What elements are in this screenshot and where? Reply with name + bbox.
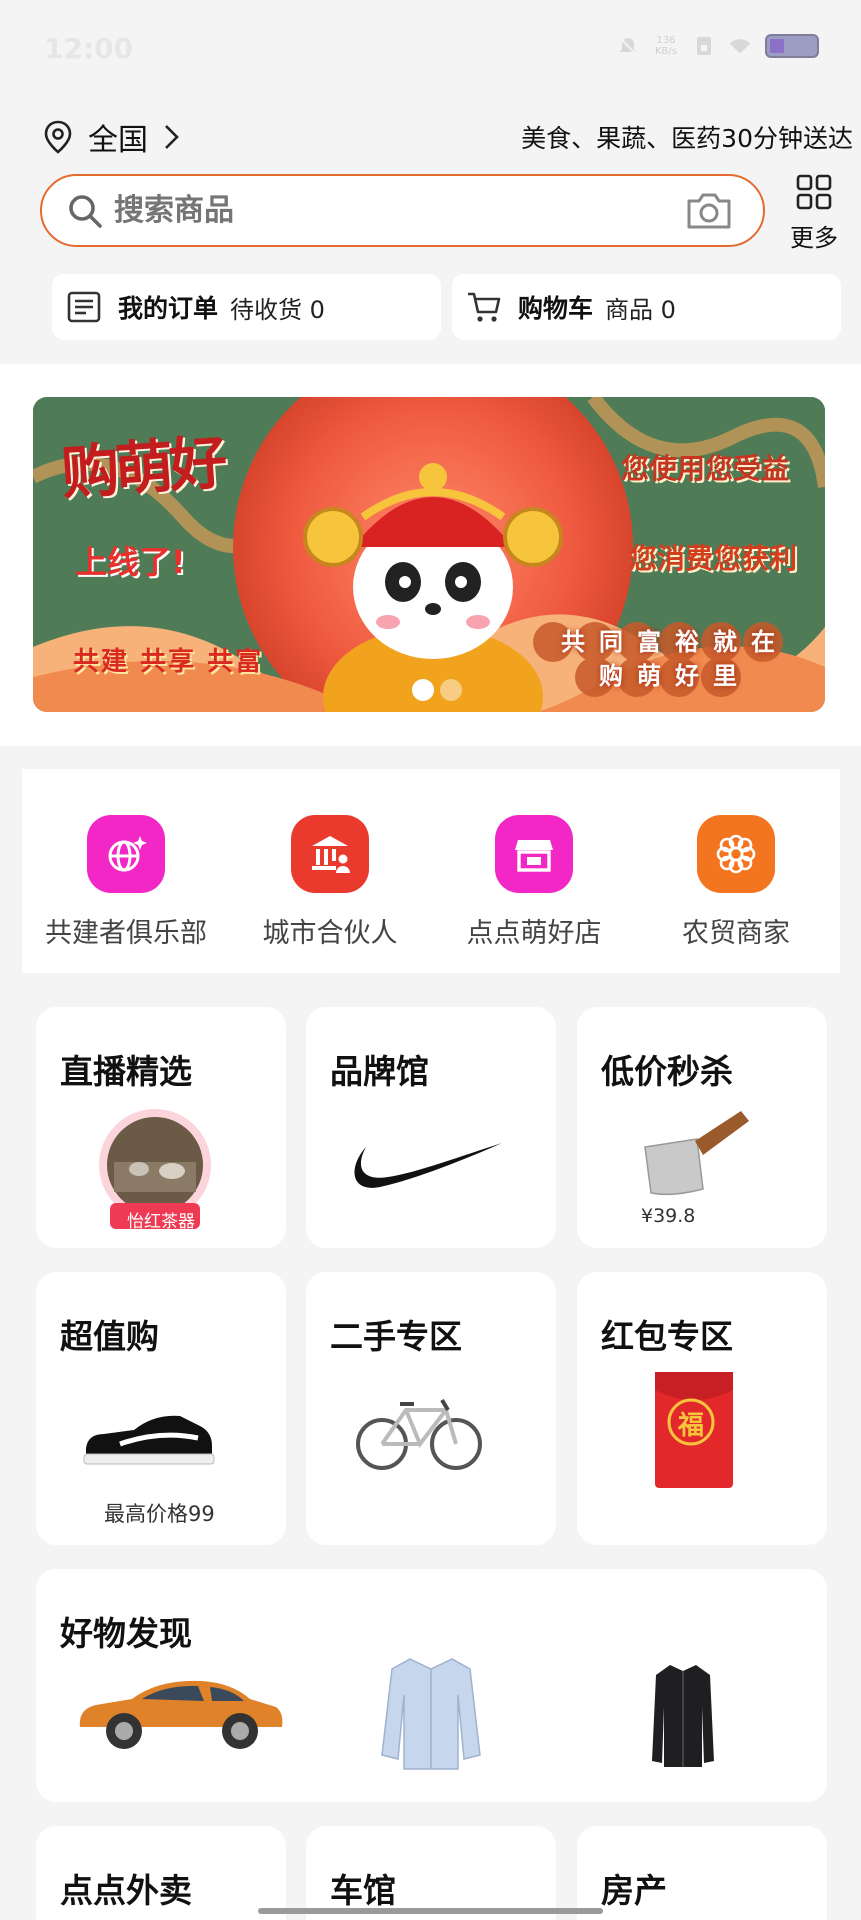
tile-second-hand[interactable]: 二手专区 (306, 1272, 556, 1545)
location-row: 全国 美食、果蔬、医药30分钟送达 (40, 112, 853, 162)
service-label: 点点萌好店 (466, 918, 602, 949)
tile-discover[interactable]: 好物发现 (36, 1569, 827, 1802)
carousel-dot-active[interactable] (412, 679, 434, 701)
globe-sparkle-icon (87, 815, 165, 893)
more-button[interactable]: 更多 (782, 172, 846, 252)
tile-title: 红包专区 (601, 1317, 733, 1356)
tile-title: 品牌馆 (330, 1052, 429, 1091)
camera-icon[interactable] (685, 191, 733, 231)
service-builders-club[interactable]: 共建者俱乐部 (26, 815, 226, 950)
tile-title: 车馆 (330, 1871, 396, 1910)
location-pin-icon (44, 120, 72, 154)
service-grid: 共建者俱乐部 城市合伙人 点点萌好店 农贸商家 (22, 769, 840, 973)
tile-real-estate[interactable]: 房产 (577, 1826, 827, 1920)
my-orders-status: 待收货 0 (230, 295, 325, 324)
cleaver-icon (644, 1111, 749, 1196)
service-shop[interactable]: 点点萌好店 (434, 815, 634, 950)
tile-live-picks[interactable]: 直播精选 怡红茶器 (36, 1007, 286, 1248)
service-label: 农贸商家 (682, 918, 790, 949)
grid-icon (796, 174, 832, 210)
swoosh-logo-icon (354, 1143, 502, 1188)
tile-title: 超值购 (60, 1317, 159, 1356)
tile-title: 直播精选 (60, 1052, 192, 1091)
status-bar: 12:00 136 KB/s (0, 0, 861, 100)
net-speed: 136 KB/s (655, 35, 677, 57)
live-badge: 怡红茶器 (127, 1212, 195, 1232)
cart-title: 购物车 (518, 294, 594, 323)
location-name[interactable]: 全国 (88, 115, 148, 159)
banner-tagline-2: 您消费您获利 (628, 542, 797, 575)
status-icons: 136 KB/s (617, 34, 819, 58)
tile-red-packet[interactable]: 红包专区 福 (577, 1272, 827, 1545)
cart-icon (468, 292, 501, 322)
shopping-cart-card[interactable]: 购物车 商品 0 (452, 274, 841, 340)
mute-icon (619, 37, 637, 55)
tile-title: 二手专区 (330, 1317, 462, 1356)
my-orders-title: 我的订单 (118, 294, 219, 323)
flower-icon (697, 815, 775, 893)
search-bar[interactable] (40, 174, 765, 247)
carousel-dot[interactable] (440, 679, 462, 701)
red-packet-symbol: 福 (678, 1411, 705, 1441)
bicycle-icon (356, 1398, 482, 1470)
search-input[interactable] (114, 193, 685, 228)
tile-car-hall[interactable]: 车馆 (306, 1826, 556, 1920)
flash-price: ¥39.8 (641, 1205, 696, 1227)
tile-brand-hall[interactable]: 品牌馆 (306, 1007, 556, 1248)
more-label: 更多 (790, 224, 838, 252)
tile-value-buy[interactable]: 超值购 最高价格99 (36, 1272, 286, 1545)
search-icon (69, 194, 102, 228)
chevron-right-icon[interactable] (160, 122, 184, 152)
banner-tagline-3: 共同富裕就在购萌好里 (561, 628, 789, 690)
tile-title: 房产 (601, 1871, 667, 1910)
banner-title: 购萌好 (59, 428, 226, 508)
status-time: 12:00 (44, 32, 134, 65)
tile-title: 点点外卖 (60, 1871, 192, 1910)
wifi-icon (729, 39, 751, 54)
banner-online-text: 上线了! (75, 543, 186, 581)
banner-tagline-1: 您使用您受益 (620, 452, 789, 485)
service-label: 城市合伙人 (262, 918, 398, 949)
tile-takeaway[interactable]: 点点外卖 (36, 1826, 286, 1920)
battery-icon (765, 34, 819, 58)
order-list-icon (67, 291, 101, 323)
service-label: 共建者俱乐部 (45, 918, 207, 949)
bank-person-icon (291, 815, 369, 893)
tile-title: 好物发现 (60, 1614, 192, 1653)
shop-icon (495, 815, 573, 893)
car-icon (79, 1680, 283, 1749)
my-orders-card[interactable]: 我的订单 待收货 0 (52, 274, 441, 340)
shirt-icon (381, 1658, 481, 1770)
sim-icon (697, 37, 711, 55)
promo-banner[interactable]: 购萌好 上线了! 共建 共享 共富 您使用您受益 您消费您获利 共同富裕就在购萌… (33, 397, 825, 712)
home-indicator[interactable] (258, 1908, 603, 1914)
cart-status: 商品 0 (605, 295, 676, 324)
banner-slogan: 共建 共享 共富 (73, 647, 264, 677)
delivery-slogan: 美食、果蔬、医药30分钟送达 (521, 124, 853, 153)
tile-flash-sale[interactable]: 低价秒杀 ¥39.8 (577, 1007, 827, 1248)
tile-title: 低价秒杀 (601, 1052, 733, 1091)
sneaker-icon (83, 1415, 215, 1465)
value-caption: 最高价格99 (104, 1502, 215, 1526)
service-farm-merchant[interactable]: 农贸商家 (636, 815, 836, 950)
jacket-icon (652, 1665, 714, 1767)
service-city-partner[interactable]: 城市合伙人 (230, 815, 430, 950)
